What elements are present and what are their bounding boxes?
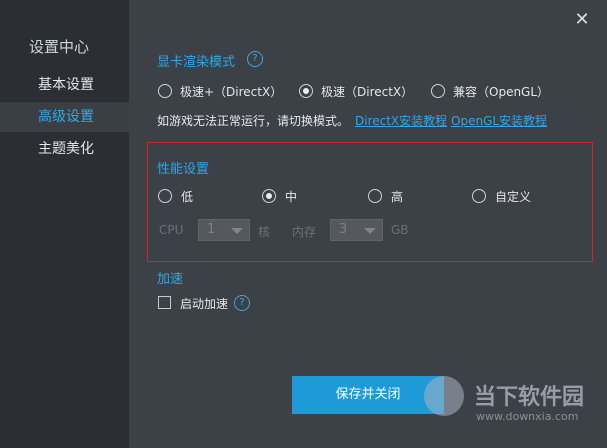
watermark-brand: 当下软件园 xyxy=(474,385,585,410)
cpu-unit-label: 核 xyxy=(258,225,271,239)
gpu-hint-text: 如游戏无法正常运行，请切换模式。 xyxy=(157,114,350,128)
help-icon[interactable]: ? xyxy=(234,295,250,311)
performance-radio-high[interactable] xyxy=(368,189,382,203)
sidebar: 设置中心 基本设置 高级设置 主题美化 xyxy=(0,0,129,448)
gpu-option-label: 兼容（OpenGL） xyxy=(453,85,550,99)
chevron-down-icon xyxy=(231,228,243,234)
opengl-tutorial-link[interactable]: OpenGL安装教程 xyxy=(451,112,547,129)
performance-option-label: 自定义 xyxy=(495,190,532,204)
memory-select[interactable]: 3 xyxy=(330,219,383,241)
acceleration-checkbox-label: 启动加速 xyxy=(180,297,229,311)
watermark-logo-icon xyxy=(424,376,464,416)
performance-option-label: 低 xyxy=(181,190,194,204)
memory-value: 3 xyxy=(339,222,348,237)
performance-radio-low[interactable] xyxy=(158,189,172,203)
sidebar-title: 设置中心 xyxy=(29,38,90,56)
gpu-option-label: 极速（DirectX） xyxy=(321,85,414,99)
performance-radio-custom[interactable] xyxy=(472,189,486,203)
memory-unit-label: GB xyxy=(391,223,409,237)
cpu-label: CPU xyxy=(159,223,184,237)
cpu-cores-value: 1 xyxy=(207,222,216,237)
acceleration-checkbox[interactable] xyxy=(158,296,171,309)
performance-section-title: 性能设置 xyxy=(157,162,210,177)
performance-option-label: 中 xyxy=(285,190,298,204)
acceleration-section-title: 加速 xyxy=(157,272,184,287)
performance-radio-medium[interactable] xyxy=(262,189,276,203)
sidebar-item-label: 基本设置 xyxy=(38,77,94,93)
sidebar-item-label: 高级设置 xyxy=(38,109,94,125)
gpu-radio-directx[interactable] xyxy=(299,84,313,98)
gpu-option-label: 极速+（DirectX） xyxy=(180,85,283,99)
sidebar-item-advanced-settings[interactable]: 高级设置 xyxy=(0,102,129,132)
memory-label: 内存 xyxy=(292,225,317,239)
gpu-radio-opengl[interactable] xyxy=(431,84,445,98)
directx-tutorial-link[interactable]: DirectX安装教程 xyxy=(355,112,447,129)
close-icon[interactable]: ✕ xyxy=(572,10,592,30)
save-and-close-button[interactable]: 保存并关闭 xyxy=(292,376,444,414)
cpu-cores-select[interactable]: 1 xyxy=(198,219,250,241)
watermark-url: www.downxia.com xyxy=(476,410,579,423)
sidebar-item-label: 主题美化 xyxy=(38,141,94,157)
gpu-section-title: 显卡渲染模式 xyxy=(157,55,236,70)
sidebar-item-basic-settings[interactable]: 基本设置 xyxy=(0,70,129,100)
sidebar-item-theme[interactable]: 主题美化 xyxy=(0,134,129,164)
chevron-down-icon xyxy=(364,228,376,234)
help-icon[interactable]: ? xyxy=(247,51,263,67)
performance-option-label: 高 xyxy=(391,190,404,204)
gpu-radio-directx-plus[interactable] xyxy=(158,84,172,98)
